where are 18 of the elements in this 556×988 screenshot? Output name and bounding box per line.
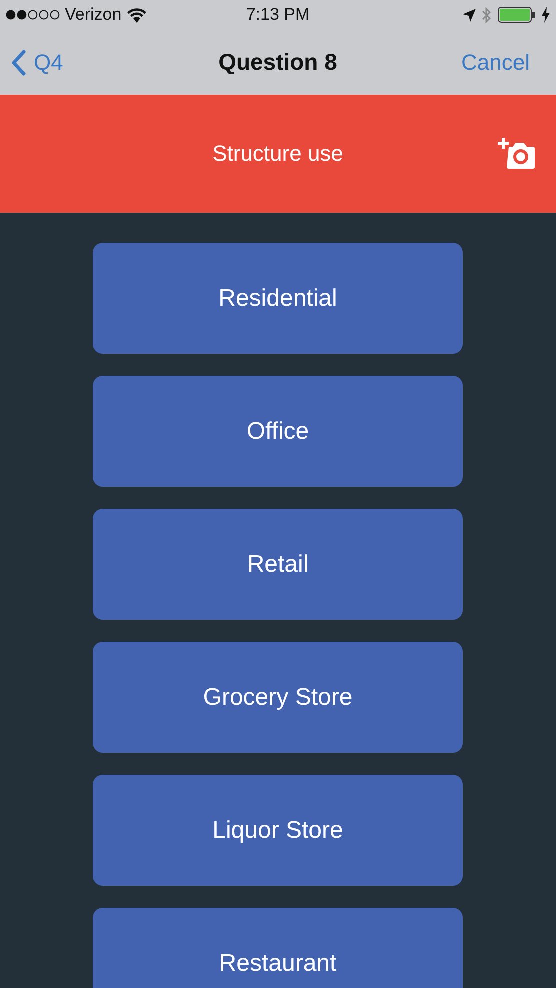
option-button[interactable]: Residential <box>93 243 463 354</box>
option-button[interactable]: Grocery Store <box>93 642 463 753</box>
option-button[interactable]: Retail <box>93 509 463 620</box>
add-photo-icon[interactable] <box>498 138 536 170</box>
carrier-name: Verizon <box>65 5 122 25</box>
signal-icon <box>6 10 60 20</box>
status-time: 7:13 PM <box>246 5 310 24</box>
question-title: Structure use <box>212 141 344 167</box>
charging-bolt-icon <box>542 7 550 23</box>
option-button[interactable]: Office <box>93 376 463 487</box>
option-button[interactable]: Liquor Store <box>93 775 463 886</box>
wifi-icon <box>126 8 147 22</box>
back-chevron-icon <box>12 50 26 76</box>
battery-icon <box>498 7 536 23</box>
bluetooth-icon <box>482 6 492 24</box>
location-arrow-icon <box>463 8 476 22</box>
option-button[interactable]: Restaurant <box>93 908 463 988</box>
screen-title: Question 8 <box>218 49 338 75</box>
